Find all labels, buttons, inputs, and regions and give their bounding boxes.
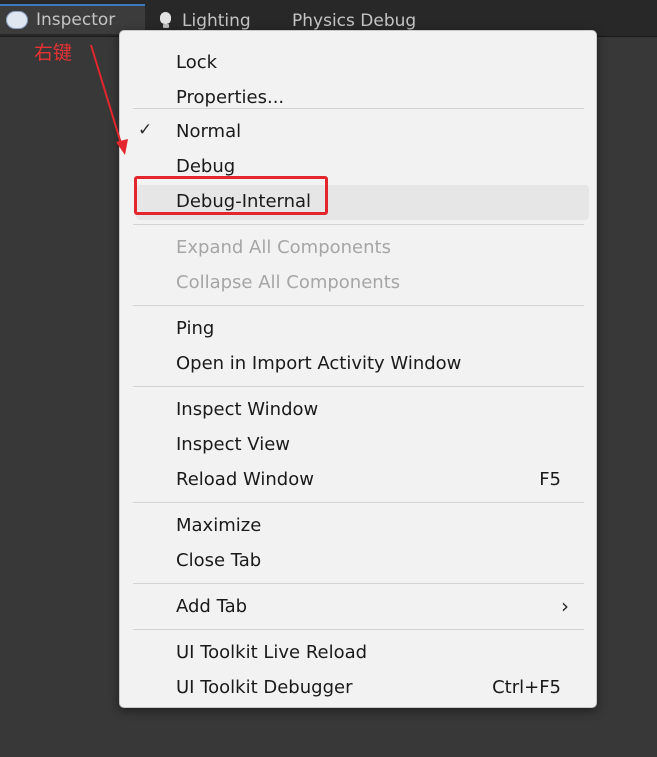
menu-separator bbox=[133, 583, 584, 584]
menu-item-label: Debug-Internal bbox=[176, 191, 312, 212]
menu-item-label: Add Tab bbox=[176, 596, 248, 617]
menu-item-shortcut: F5 bbox=[539, 469, 561, 490]
menu-item-label: Maximize bbox=[176, 515, 262, 536]
menu-separator bbox=[133, 386, 584, 387]
menu-separator bbox=[133, 108, 584, 109]
menu-separator bbox=[133, 224, 584, 225]
menu-item-shortcut: Ctrl+F5 bbox=[492, 677, 561, 698]
menu-item-label: Collapse All Components bbox=[176, 272, 401, 293]
menu-item-label: Properties... bbox=[176, 87, 285, 108]
checkmark-icon: ✓ bbox=[138, 120, 153, 140]
menu-item-label: Debug bbox=[176, 156, 236, 177]
menu-item-label: Ping bbox=[176, 318, 215, 339]
annotation-label: 右键 bbox=[34, 42, 73, 64]
menu-item-debug[interactable]: Debug bbox=[136, 150, 589, 185]
menu-item-label: Close Tab bbox=[176, 550, 262, 571]
menu-item-inspect-view[interactable]: Inspect View bbox=[136, 428, 589, 463]
menu-item-add-tab[interactable]: Add Tab › bbox=[136, 590, 589, 625]
menu-item-label: Lock bbox=[176, 52, 218, 73]
inspector-icon bbox=[6, 11, 28, 29]
menu-item-collapse-all-components: Collapse All Components bbox=[136, 266, 589, 301]
menu-item-label: Inspect Window bbox=[176, 399, 319, 420]
editor-window: Inspector Lighting Physics Debug 右键 Lock… bbox=[0, 0, 657, 757]
menu-item-ui-toolkit-debugger[interactable]: UI Toolkit Debugger Ctrl+F5 bbox=[136, 671, 589, 706]
menu-item-label: UI Toolkit Live Reload bbox=[176, 642, 368, 663]
menu-item-reload-window[interactable]: Reload Window F5 bbox=[136, 463, 589, 498]
menu-separator bbox=[133, 305, 584, 306]
tab-label: Lighting bbox=[182, 11, 251, 31]
menu-item-lock[interactable]: Lock bbox=[136, 46, 589, 81]
bulb-icon bbox=[158, 11, 174, 31]
menu-separator bbox=[133, 629, 584, 630]
menu-item-label: Inspect View bbox=[176, 434, 290, 455]
menu-item-maximize[interactable]: Maximize bbox=[136, 509, 589, 544]
menu-item-ping[interactable]: Ping bbox=[136, 312, 589, 347]
tab-label: Physics Debug bbox=[292, 11, 417, 31]
menu-item-label: UI Toolkit Debugger bbox=[176, 677, 353, 698]
menu-item-expand-all-components: Expand All Components bbox=[136, 231, 589, 266]
menu-item-normal[interactable]: ✓ Normal bbox=[136, 115, 589, 150]
menu-item-label: Expand All Components bbox=[176, 237, 391, 258]
menu-separator bbox=[133, 502, 584, 503]
menu-item-label: Normal bbox=[176, 121, 242, 142]
context-menu: Lock Properties... ✓ Normal Debug Debug-… bbox=[119, 30, 597, 708]
chevron-right-icon: › bbox=[561, 594, 569, 618]
menu-item-open-in-import-activity-window[interactable]: Open in Import Activity Window bbox=[136, 347, 589, 382]
tab-label: Inspector bbox=[36, 10, 116, 30]
menu-item-label: Reload Window bbox=[176, 469, 314, 490]
menu-item-close-tab[interactable]: Close Tab bbox=[136, 544, 589, 579]
menu-item-properties[interactable]: Properties... bbox=[136, 81, 589, 116]
menu-item-debug-internal[interactable]: Debug-Internal bbox=[136, 185, 589, 220]
menu-item-ui-toolkit-live-reload[interactable]: UI Toolkit Live Reload bbox=[136, 636, 589, 671]
menu-item-inspect-window[interactable]: Inspect Window bbox=[136, 393, 589, 428]
menu-item-label: Open in Import Activity Window bbox=[176, 353, 462, 374]
